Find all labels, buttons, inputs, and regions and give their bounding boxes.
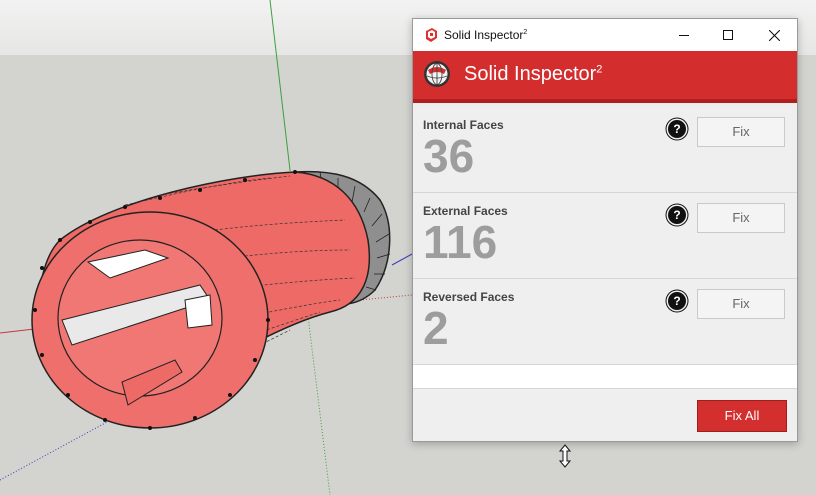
reversed-faces-section: Reversed Faces 2 ? Fix xyxy=(413,279,797,365)
internal-faces-section: Internal Faces 36 ? Fix xyxy=(413,107,797,193)
window-title: Solid Inspector2 xyxy=(444,28,528,42)
minimize-icon xyxy=(679,35,689,36)
maximize-button[interactable] xyxy=(705,19,751,51)
reversed-faces-count: 2 xyxy=(423,302,449,354)
maximize-icon xyxy=(723,30,733,40)
green-axis xyxy=(269,0,291,171)
blue-axis-dotted xyxy=(0,414,121,481)
external-faces-help-icon[interactable]: ? xyxy=(668,206,686,224)
external-faces-section: External Faces 116 ? Fix xyxy=(413,193,797,279)
fix-all-button[interactable]: Fix All xyxy=(697,400,787,432)
external-faces-fix-button[interactable]: Fix xyxy=(697,203,785,233)
resize-vertical-cursor-icon xyxy=(558,444,572,468)
inspector-globe-icon xyxy=(424,61,450,87)
reversed-faces-help-icon[interactable]: ? xyxy=(668,292,686,310)
reversed-faces-fix-button[interactable]: Fix xyxy=(697,289,785,319)
close-icon xyxy=(768,29,780,41)
minimize-button[interactable] xyxy=(661,19,707,51)
inner-tab-right xyxy=(184,294,213,329)
solid-inspector-window[interactable]: Solid Inspector2 Solid Inspector2 Intern… xyxy=(412,18,798,442)
inspector-footer: Fix All xyxy=(413,389,797,441)
empty-result-row xyxy=(413,365,797,389)
close-button[interactable] xyxy=(751,19,797,51)
internal-faces-help-icon[interactable]: ? xyxy=(668,120,686,138)
internal-faces-fix-button[interactable]: Fix xyxy=(697,117,785,147)
inspector-banner: Solid Inspector2 xyxy=(413,51,797,103)
external-faces-count: 116 xyxy=(423,216,498,268)
sketchup-logo-icon xyxy=(426,28,437,42)
window-titlebar[interactable]: Solid Inspector2 xyxy=(413,19,797,51)
blue-axis xyxy=(391,253,413,266)
internal-faces-count: 36 xyxy=(423,130,475,182)
banner-title: Solid Inspector2 xyxy=(464,63,603,85)
